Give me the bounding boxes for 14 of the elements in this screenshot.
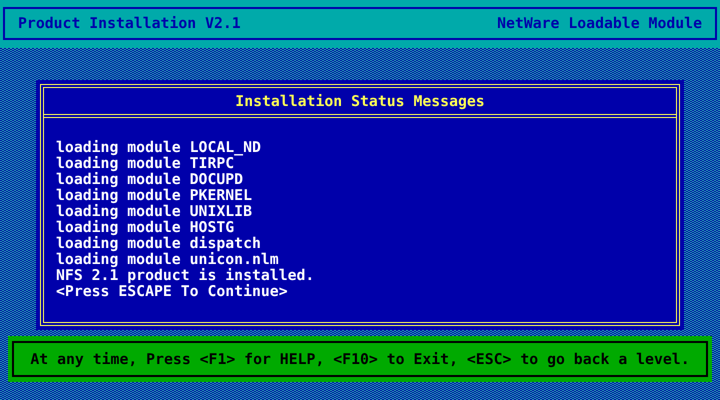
status-message: loading module LOCAL_ND xyxy=(56,140,262,156)
status-message: loading module UNIXLIB xyxy=(56,204,253,220)
status-message: loading module TIRPC xyxy=(56,156,234,172)
module-type-label: NetWare Loadable Module xyxy=(497,15,702,32)
status-message: loading module DOCUPD xyxy=(56,172,244,188)
product-title: Product Installation V2.1 xyxy=(18,15,241,32)
status-message: loading module unicon.nlm xyxy=(56,252,280,268)
dialog-title: Installation Status Messages xyxy=(235,92,485,110)
status-message: loading module HOSTG xyxy=(56,220,236,236)
status-message: <Press ESCAPE To Continue> xyxy=(56,284,289,300)
status-message: loading module dispatch xyxy=(56,236,262,252)
status-message: loading module PKERNEL xyxy=(56,188,253,204)
help-text: At any time, Press <F1> for HELP, <F10> to Exit, <ESC> to go back a level. xyxy=(30,350,690,368)
status-message: NFS 2.1 product is installed. xyxy=(56,268,316,284)
